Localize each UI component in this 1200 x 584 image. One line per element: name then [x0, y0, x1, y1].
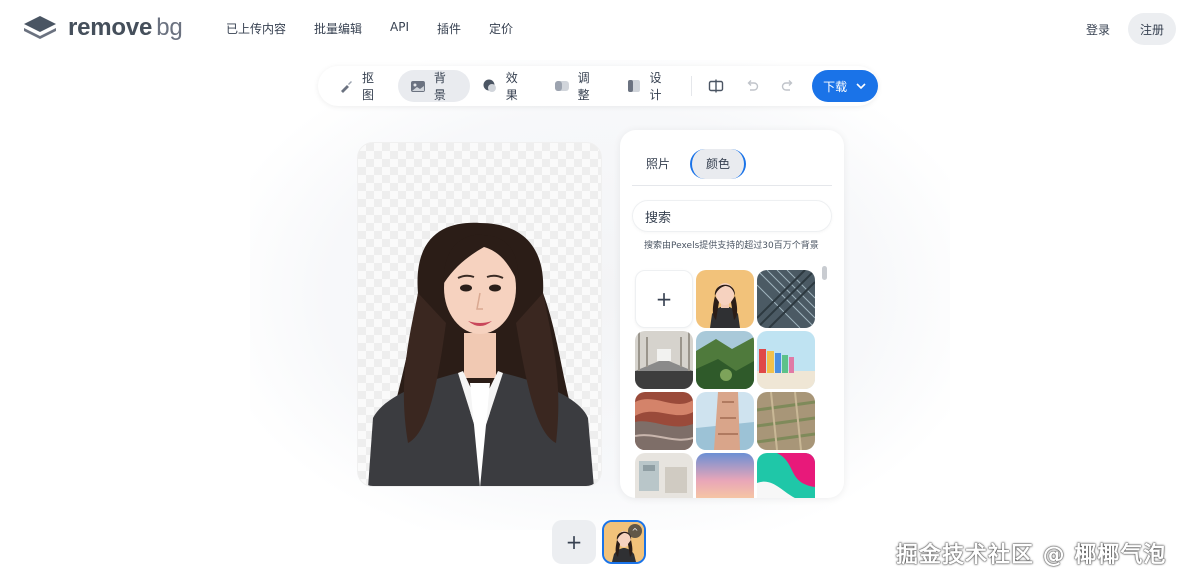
nav-item-api[interactable]: API	[390, 20, 409, 37]
nav-item-uploads[interactable]: 已上传内容	[226, 20, 286, 37]
logo-text: remove bg	[68, 14, 183, 41]
image-icon	[410, 81, 425, 92]
logo[interactable]: remove bg	[22, 14, 183, 42]
compare-button[interactable]	[698, 70, 734, 102]
tool-label: 设计	[649, 71, 662, 102]
main-nav: 已上传内容 批量编辑 API 插件 定价	[226, 20, 513, 37]
logo-layers-icon	[24, 16, 56, 39]
background-thumb-sunset-sky[interactable]	[696, 453, 754, 498]
background-thumb-original[interactable]	[696, 270, 754, 328]
undo-button[interactable]	[734, 70, 770, 102]
background-thumb-red-rocks[interactable]	[635, 392, 693, 450]
toolbar-divider	[691, 76, 693, 96]
download-label: 下载	[823, 79, 848, 94]
tool-label: 背景	[433, 71, 446, 102]
background-thumb-interior[interactable]	[635, 453, 693, 498]
background-thumb-beach-huts[interactable]	[757, 331, 815, 389]
chevron-up-icon[interactable]: ^	[628, 524, 642, 538]
panel-tabs: 照片 颜色	[632, 142, 832, 186]
background-thumb-hallway[interactable]	[635, 331, 693, 389]
nav-item-pricing[interactable]: 定价	[489, 20, 513, 37]
tool-effects[interactable]: 效果	[470, 70, 542, 102]
effects-icon	[483, 79, 496, 92]
nav-item-bulk-edit[interactable]: 批量编辑	[314, 20, 362, 37]
tool-label: 抠图	[361, 71, 374, 102]
redo-icon	[782, 80, 793, 91]
brush-icon	[340, 81, 352, 93]
design-icon	[627, 80, 640, 92]
background-search-input[interactable]: 搜索	[632, 200, 832, 232]
tool-adjust[interactable]: 调整	[542, 70, 614, 102]
background-thumb-aerial-field[interactable]	[757, 392, 815, 450]
background-panel: 照片 颜色 搜索 搜索由Pexels提供支持的超过30百万个背景 +	[620, 130, 844, 498]
top-header: remove bg 已上传内容 批量编辑 API 插件 定价 登录 注册	[0, 0, 1200, 58]
background-thumb-forest-valley[interactable]	[696, 331, 754, 389]
compare-icon	[709, 79, 724, 93]
image-canvas[interactable]	[357, 142, 602, 487]
add-image-button[interactable]: +	[552, 520, 596, 564]
tab-photo[interactable]: 照片	[632, 149, 684, 179]
tool-erase-restore[interactable]: 抠图	[326, 70, 398, 102]
tool-background[interactable]: 背景	[397, 70, 470, 102]
current-image-thumb[interactable]: ^	[602, 520, 646, 564]
tool-label: 调整	[577, 71, 590, 102]
background-thumb-glass-building[interactable]	[757, 270, 815, 328]
panel-scrollbar[interactable]	[822, 266, 827, 280]
adjust-icon	[554, 81, 569, 91]
chevron-down-icon	[856, 83, 866, 90]
add-background-button[interactable]: +	[635, 270, 693, 328]
search-note: 搜索由Pexels提供支持的超过30百万个背景	[644, 241, 819, 251]
tool-label: 效果	[505, 71, 518, 102]
editor-toolbar: 抠图 背景 效果 调整 设计 下载	[318, 66, 878, 106]
portrait-image	[368, 222, 594, 486]
tab-color[interactable]: 颜色	[690, 148, 747, 179]
nav-item-plugins[interactable]: 插件	[437, 20, 461, 37]
register-button[interactable]: 注册	[1128, 13, 1176, 45]
background-thumb-stone-pillar[interactable]	[696, 392, 754, 450]
undo-icon	[747, 80, 759, 91]
download-button[interactable]: 下载	[812, 70, 878, 102]
login-link[interactable]: 登录	[1086, 21, 1110, 38]
redo-button[interactable]	[770, 70, 806, 102]
tool-design[interactable]: 设计	[614, 70, 686, 102]
background-thumb-pink-teal-abstract[interactable]	[757, 453, 815, 498]
watermark: 掘金技术社区 @ 椰椰气泡	[896, 543, 1167, 568]
